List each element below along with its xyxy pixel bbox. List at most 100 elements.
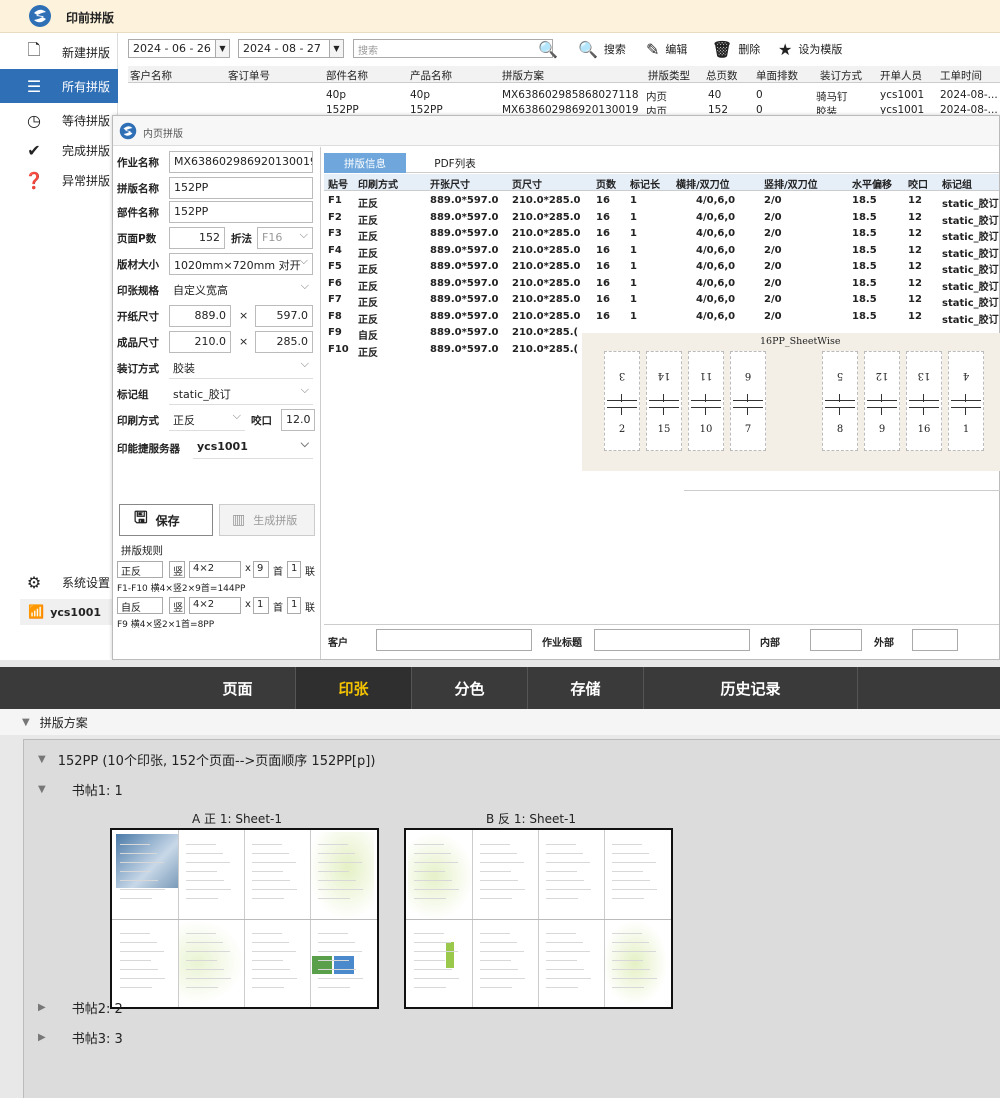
set-template-button[interactable]: ★ 设为模版 xyxy=(778,38,842,60)
server-select[interactable]: ycs1001 xyxy=(193,437,313,459)
table-row[interactable]: F8 正反 889.0*597.0 210.0*285.0 16 1 4/0,6,0 2/0 1… xyxy=(324,309,999,326)
date-from-picker[interactable]: 2024 - 06 - 26 ▼ xyxy=(128,39,230,58)
rule-count[interactable]: 9 xyxy=(253,561,269,578)
rule-unit: 首 xyxy=(273,603,283,614)
rule-grid-select[interactable]: 4×2 xyxy=(189,561,241,578)
sidebar-item-done[interactable]: ✔ 完成拼版 xyxy=(0,133,118,167)
cell: 自反 xyxy=(358,331,378,342)
table-row[interactable]: F7 正反 889.0*597.0 210.0*285.0 16 1 4/0,6,0 2/0 1… xyxy=(324,292,999,309)
page-number-bottom: 8 xyxy=(836,424,844,435)
rule-mode-select[interactable]: 自反 xyxy=(117,597,163,614)
table-row[interactable]: F6 正反 889.0*597.0 210.0*285.0 16 1 4/0,6,0 2/0 1… xyxy=(324,276,999,293)
job-name-field[interactable]: MX638602986920130019 xyxy=(169,151,313,173)
paper-spec-select[interactable]: 自定义宽高 xyxy=(169,279,313,301)
table-row[interactable]: F3 正反 889.0*597.0 210.0*285.0 16 1 4/0,6,0 2/0 1… xyxy=(324,226,999,243)
tab-pdf-list[interactable]: PDF列表 xyxy=(414,153,496,173)
cell: 4/0,6,0 xyxy=(696,211,736,223)
fold-select[interactable]: F16 xyxy=(257,227,313,249)
text-line xyxy=(480,960,511,961)
rule-mode-select[interactable]: 正反 xyxy=(117,561,163,578)
text-line xyxy=(186,942,223,943)
nav-tab-sheets[interactable]: 印张 xyxy=(296,667,412,709)
nav-tab-storage[interactable]: 存储 xyxy=(528,667,644,709)
cell: 12 xyxy=(908,195,922,206)
column-header: 竖排/双刀位 xyxy=(764,180,818,191)
edit-button[interactable]: ✎ 编辑 xyxy=(646,38,687,60)
text-line xyxy=(546,933,576,934)
nav-tab-separations[interactable]: 分色 xyxy=(412,667,528,709)
imposed-page: 12 9 xyxy=(864,351,900,451)
table-row[interactable]: F1 正反 889.0*597.0 210.0*285.0 16 1 4/0,6,0 2/0 1… xyxy=(324,193,999,210)
sidebar-item-new[interactable]: 🗋 新建拼版 xyxy=(0,35,118,69)
sidebar-item-all[interactable]: ☰ 所有拼版 xyxy=(0,69,118,103)
tree-signature-1[interactable]: ▼ 书帖1: 1 xyxy=(38,780,123,799)
sheet-b-thumbnail[interactable] xyxy=(404,828,673,1009)
date-to-picker[interactable]: 2024 - 08 - 27 ▼ xyxy=(238,39,344,58)
tree-signature-2[interactable]: ▶ 书帖2: 2 xyxy=(38,998,123,1017)
page-number-top: 12 xyxy=(875,370,889,381)
table-row[interactable]: 152PP 152PP MX638602986920130019 内页 152 … xyxy=(128,102,1000,114)
search-input[interactable]: 搜索 xyxy=(353,39,553,58)
triangle-right-icon[interactable]: ▶ xyxy=(38,1032,46,1043)
generate-button[interactable]: ▥ 生成拼版 xyxy=(219,504,315,536)
final-width-field[interactable]: 210.0 xyxy=(169,331,231,353)
inner-field[interactable] xyxy=(810,629,862,651)
chevron-down-icon[interactable]: ▼ xyxy=(215,39,230,58)
rule-count[interactable]: 1 xyxy=(253,597,269,614)
page-divider xyxy=(406,919,671,920)
tab-imposition-info[interactable]: 拼版信息 xyxy=(324,153,406,173)
nav-tab-pages[interactable]: 页面 xyxy=(180,667,296,709)
triangle-right-icon[interactable]: ▶ xyxy=(38,1002,46,1013)
customer-field[interactable] xyxy=(376,629,532,651)
pages-field[interactable]: 152 xyxy=(169,227,225,249)
triangle-down-icon[interactable]: ▼ xyxy=(38,784,46,795)
text-line xyxy=(612,862,656,863)
binding-select[interactable]: 胶装 xyxy=(169,357,313,379)
current-user[interactable]: 📶 ycs1001 xyxy=(20,599,118,625)
field-label: 客户 xyxy=(328,638,348,649)
imp-name-field[interactable]: 152PP xyxy=(169,177,313,199)
triangle-down-icon[interactable]: ▼ xyxy=(22,717,30,728)
tree-root[interactable]: ▼ 152PP (10个印张, 152个页面-->页面顺序 152PP[p]) xyxy=(38,750,375,769)
imposed-page: 11 10 xyxy=(688,351,724,451)
job-title-field[interactable] xyxy=(594,629,750,651)
plate-size-select[interactable]: 1020mm×720mm 对开 xyxy=(169,253,313,275)
text-line xyxy=(480,880,518,881)
delete-button[interactable]: 🗑 删除 xyxy=(712,38,760,60)
text-line xyxy=(252,960,283,961)
table-row[interactable]: F5 正反 889.0*597.0 210.0*285.0 16 1 4/0,6,0 2/0 1… xyxy=(324,259,999,276)
open-height-field[interactable]: 597.0 xyxy=(255,305,313,327)
sidebar-item-settings[interactable]: ⚙ 系统设置 xyxy=(0,565,118,599)
text-line xyxy=(546,844,576,845)
open-width-field[interactable]: 889.0 xyxy=(169,305,231,327)
mark-group-select[interactable]: static_胶订 xyxy=(169,383,313,405)
chevron-down-icon[interactable]: ▼ xyxy=(329,39,344,58)
part-name-field[interactable]: 152PP xyxy=(169,201,313,223)
save-button[interactable]: 🖫 保存 xyxy=(119,504,213,536)
rule-orient[interactable]: 竖 xyxy=(169,597,185,614)
triangle-down-icon[interactable]: ▼ xyxy=(38,754,46,765)
sidebar-item-waiting[interactable]: ◷ 等待拼版 xyxy=(0,103,118,137)
dialog-title: 内页拼版 xyxy=(143,129,183,140)
final-height-field[interactable]: 285.0 xyxy=(255,331,313,353)
search-field-button[interactable]: 🔍 xyxy=(538,38,564,60)
search-button[interactable]: 🔍 搜索 xyxy=(578,38,626,60)
rule-orient[interactable]: 竖 xyxy=(169,561,185,578)
scheme-header[interactable]: ▼ 拼版方案 xyxy=(0,709,1000,735)
sheet-a-thumbnail[interactable] xyxy=(110,828,379,1009)
rule-joint[interactable]: 1 xyxy=(287,561,301,578)
table-row[interactable]: F2 正反 889.0*597.0 210.0*285.0 16 1 4/0,6,0 2/0 1… xyxy=(324,210,999,227)
cell: 210.0*285.0 xyxy=(512,261,581,272)
print-mode-select[interactable]: 正反 xyxy=(169,409,245,431)
rule-joint[interactable]: 1 xyxy=(287,597,301,614)
bite-field[interactable]: 12.0 xyxy=(281,409,315,431)
table-row[interactable]: F4 正反 889.0*597.0 210.0*285.0 16 1 4/0,6,0 2/0 1… xyxy=(324,243,999,260)
field-label: 成品尺寸 xyxy=(117,337,159,349)
outer-field[interactable] xyxy=(912,629,958,651)
rule-grid-select[interactable]: 4×2 xyxy=(189,597,241,614)
cell: static_胶订 xyxy=(942,232,999,243)
tree-signature-3[interactable]: ▶ 书帖3: 3 xyxy=(38,1028,123,1047)
column-header: 部件名称 xyxy=(326,70,368,82)
nav-tab-history[interactable]: 历史记录 xyxy=(644,667,858,709)
sidebar-item-error[interactable]: ❓ 异常拼版 xyxy=(0,163,118,197)
